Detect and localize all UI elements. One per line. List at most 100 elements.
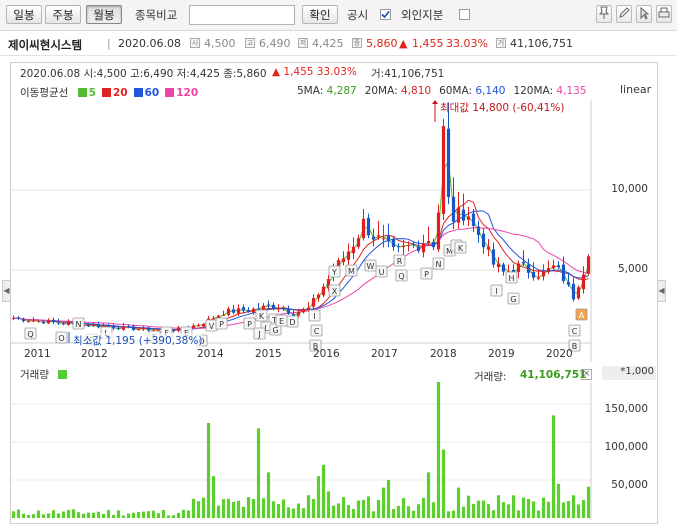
candle-body bbox=[131, 326, 136, 330]
ma-legend-swatch-5 bbox=[77, 88, 87, 97]
event-marker-A: A bbox=[579, 311, 585, 320]
event-marker-P: P bbox=[424, 270, 429, 279]
volume-bar bbox=[541, 497, 546, 518]
volume-bar bbox=[211, 476, 216, 518]
y-tick-10000: 10,000 bbox=[611, 183, 648, 195]
candle-body bbox=[576, 287, 581, 299]
compare-label: 종목비교 bbox=[135, 8, 178, 22]
ma-value-label-0: 5MA: bbox=[297, 85, 324, 97]
volume-bar bbox=[506, 504, 511, 518]
candle-body bbox=[291, 314, 296, 316]
candle-body bbox=[401, 245, 406, 248]
candle-body bbox=[321, 286, 326, 296]
scale-label: linear bbox=[620, 83, 652, 96]
volume-bar bbox=[516, 510, 521, 518]
volume-bar bbox=[316, 476, 321, 518]
foreign-checkbox[interactable] bbox=[459, 9, 470, 20]
event-marker-K: K bbox=[458, 244, 464, 253]
volume-bar bbox=[546, 501, 551, 518]
volume-bar bbox=[66, 509, 71, 518]
volume-bar bbox=[151, 510, 156, 518]
candle-body bbox=[96, 324, 101, 328]
volume-bar bbox=[241, 506, 246, 518]
ma-legend-swatch-120 bbox=[165, 88, 175, 97]
volume-bar bbox=[441, 449, 446, 518]
candle-body bbox=[446, 128, 451, 198]
candle-body bbox=[476, 226, 481, 236]
volume-bar bbox=[481, 500, 486, 518]
weekly-button[interactable]: 주봉 bbox=[45, 5, 81, 24]
x-tick-2018: 2018 bbox=[430, 348, 457, 360]
event-marker-I: I bbox=[313, 312, 315, 321]
disclosure-checkbox[interactable] bbox=[380, 9, 391, 20]
volume-bar bbox=[116, 510, 121, 518]
volume-bar bbox=[351, 508, 356, 518]
candle-body bbox=[256, 308, 261, 310]
candle-body bbox=[366, 217, 371, 236]
volume-bar bbox=[271, 501, 276, 518]
scroll-right-arrow[interactable]: ◀ bbox=[657, 280, 666, 302]
ma-value-3: 4,135 bbox=[553, 85, 587, 97]
x-tick-2011: 2011 bbox=[24, 348, 51, 360]
candle-body bbox=[436, 212, 441, 250]
volume-bar bbox=[551, 415, 556, 518]
candle-body bbox=[486, 246, 491, 250]
candle-body bbox=[556, 265, 561, 267]
candle-body bbox=[346, 251, 351, 260]
candle-body bbox=[516, 263, 521, 273]
monthly-button[interactable]: 월봉 bbox=[86, 5, 122, 24]
volume-bar bbox=[101, 513, 106, 518]
print-icon[interactable] bbox=[656, 5, 672, 23]
volume-bar bbox=[476, 500, 481, 518]
pin-icon[interactable] bbox=[596, 5, 612, 23]
info-date: 2020.06.08 bbox=[118, 37, 181, 50]
volume-bar bbox=[561, 502, 566, 518]
candle-body bbox=[41, 321, 46, 324]
ma-line-120 bbox=[13, 227, 589, 329]
volume-bar bbox=[411, 510, 416, 518]
candle-body bbox=[296, 312, 301, 316]
volume-bar bbox=[71, 509, 76, 518]
volume-bar bbox=[376, 499, 381, 518]
ma-legend-label-120: 120 bbox=[176, 87, 199, 99]
close-price-icon: 종 bbox=[352, 38, 362, 48]
pencil-icon[interactable] bbox=[616, 5, 632, 23]
volume-bar bbox=[121, 515, 126, 518]
volume-chart[interactable] bbox=[11, 382, 601, 520]
volume-bar bbox=[276, 503, 281, 518]
candle-body bbox=[406, 245, 411, 247]
price-chart[interactable]: QONOLEFEVPOPTKLJGEDICBXYMUWRQPNMLKIHGACB… bbox=[11, 100, 601, 362]
candle-body bbox=[316, 294, 321, 299]
candle-body bbox=[91, 324, 96, 326]
event-marker-O: O bbox=[58, 334, 64, 343]
close-icon[interactable]: × bbox=[581, 369, 592, 380]
max-marker-arrow bbox=[432, 100, 438, 104]
candle-body bbox=[246, 309, 251, 312]
daily-button[interactable]: 일봉 bbox=[6, 5, 42, 24]
event-marker-Q: Q bbox=[398, 272, 404, 281]
volume-bar bbox=[401, 498, 406, 518]
candle-body bbox=[301, 308, 306, 313]
volume-bar bbox=[511, 495, 516, 518]
compare-input[interactable] bbox=[189, 5, 295, 25]
ma-legend-label-60: 60 bbox=[144, 87, 160, 99]
event-marker-P: P bbox=[247, 320, 252, 329]
cursor-icon[interactable] bbox=[636, 5, 652, 23]
volume-bar bbox=[171, 515, 176, 518]
x-tick-2019: 2019 bbox=[488, 348, 515, 360]
volume-bar bbox=[206, 423, 211, 518]
scroll-left-arrow[interactable]: ◀ bbox=[2, 280, 11, 302]
event-marker-D: D bbox=[289, 318, 295, 327]
volume-bar bbox=[306, 495, 311, 518]
event-marker-C: C bbox=[314, 327, 320, 336]
volume-bar bbox=[126, 513, 131, 518]
info-change: 1,455 bbox=[412, 37, 444, 50]
confirm-button[interactable]: 확인 bbox=[302, 5, 338, 24]
x-tick-2012: 2012 bbox=[81, 348, 108, 360]
volume-bar bbox=[356, 500, 361, 518]
volume-bar bbox=[491, 510, 496, 518]
x-tick-2016: 2016 bbox=[313, 348, 340, 360]
candle-body bbox=[491, 249, 496, 265]
high-icon: 고 bbox=[245, 38, 255, 48]
volume-label: 거래량: bbox=[474, 371, 507, 383]
